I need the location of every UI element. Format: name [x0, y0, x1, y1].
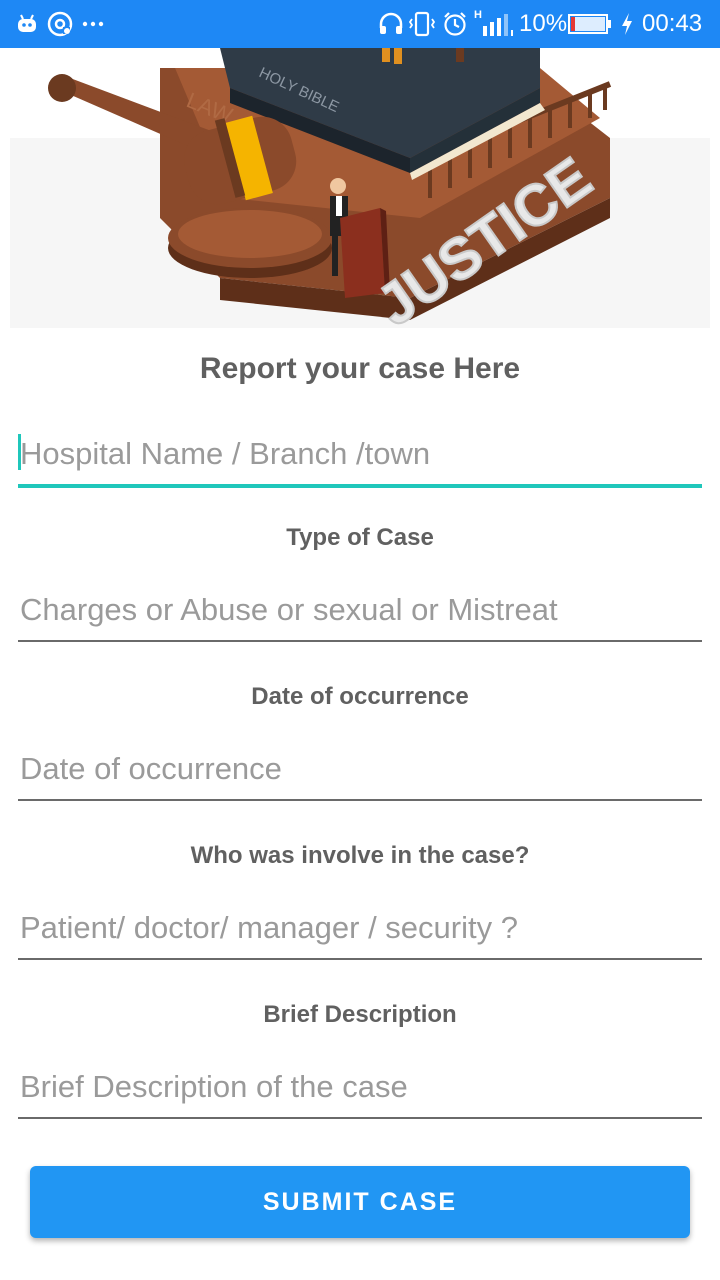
brief-description-field[interactable]	[18, 1061, 704, 1119]
brief-description-input[interactable]	[18, 1061, 704, 1113]
who-involved-label: Who was involve in the case?	[190, 842, 530, 869]
android-icon	[16, 0, 38, 48]
battery-percent-wrap: 10%	[519, 0, 567, 48]
submit-case-button[interactable]: SUBMIT CASE	[30, 1166, 690, 1238]
date-of-occurrence-input[interactable]	[18, 743, 704, 795]
network-type-text: H	[474, 9, 482, 21]
sync-icon	[46, 0, 74, 48]
type-of-case-input[interactable]	[18, 584, 704, 636]
hospital-name-field[interactable]	[18, 428, 704, 488]
headphones-icon	[378, 0, 404, 48]
vibrate-icon	[408, 0, 436, 48]
battery-percent: 10%	[519, 10, 568, 37]
who-involved-input[interactable]	[18, 902, 704, 954]
type-of-case-field[interactable]	[18, 584, 704, 642]
justice-illustration: HOLY BIBLE LAW JUSTICE	[0, 48, 720, 333]
charging-icon	[620, 0, 634, 48]
status-bar: H 10% 00:43	[0, 0, 720, 48]
text-cursor	[18, 434, 21, 470]
who-involved-field[interactable]	[18, 902, 704, 960]
form-title: Report your case Here	[199, 352, 521, 385]
date-of-occurrence-label: Date of occurrence	[251, 683, 469, 710]
signal-icon: H	[474, 0, 514, 48]
clock-time: 00:43	[642, 10, 703, 37]
more-dots-icon	[82, 0, 104, 48]
brief-description-label: Brief Description	[263, 1001, 457, 1028]
type-of-case-label: Type of Case	[286, 524, 434, 551]
alarm-icon	[442, 0, 468, 48]
battery-icon	[568, 0, 612, 48]
hospital-name-input[interactable]	[18, 428, 704, 480]
time-wrap: 00:43	[642, 0, 702, 48]
date-of-occurrence-field[interactable]	[18, 743, 704, 801]
